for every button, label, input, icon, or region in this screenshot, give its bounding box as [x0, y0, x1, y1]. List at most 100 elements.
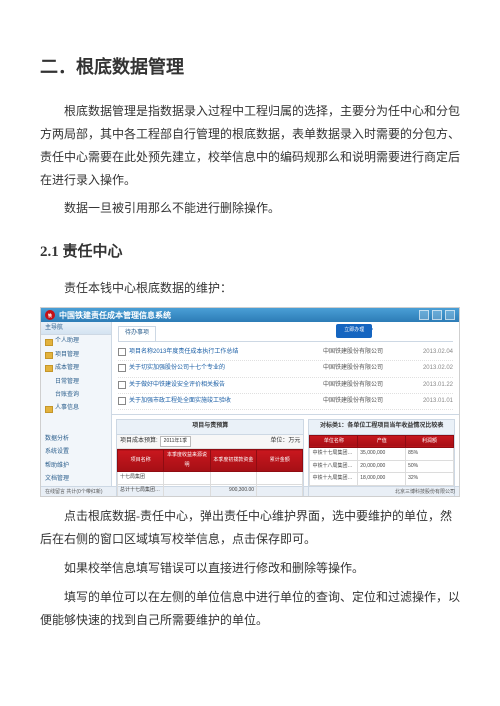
cell: 中铁十八局集团有限公司	[310, 460, 358, 473]
sidebar-item-label: 台账查询	[55, 390, 79, 401]
para-intro-1: 根底数据管理是指数据录入过程中工程归属的选择，主要分为任中心和分包方两局部，其中…	[40, 100, 460, 191]
budget-table: 项目名称 本季度收益来源说明 本季度初拨款资金 累计金额 十七局集团	[117, 449, 303, 497]
sidebar-item[interactable]: 帮助维护	[41, 460, 111, 473]
folder-icon	[45, 339, 53, 346]
list-item-company: 中国铁建股份有限公司	[323, 363, 413, 374]
sidebar-item[interactable]: 成本管理	[41, 362, 111, 375]
unit-label: 单位：万元	[270, 436, 300, 447]
folder-icon	[45, 365, 53, 372]
sidebar-item-label: 项目管理	[55, 350, 79, 361]
sidebar-item[interactable]: 人事信息	[41, 402, 111, 415]
cell: 85%	[406, 448, 454, 461]
header-comment-icon[interactable]	[432, 310, 442, 320]
cell	[210, 472, 256, 485]
list-item-title: 关于切实加强股份公司十七个专业的	[129, 363, 323, 374]
sidebar-sub-item[interactable]: 台账查询	[41, 389, 111, 402]
notice-list: 立即办理 待办事项 项目名称2013年度责任成本执行工作总结 中国铁建股份有限公…	[112, 322, 459, 415]
th: 单位名称	[310, 435, 358, 448]
sidebar-item[interactable]: 数据分析	[41, 433, 111, 446]
app-logo-icon: 铁	[45, 310, 55, 320]
list-item-company: 中国铁建股份有限公司	[323, 347, 413, 358]
list-item-date: 2013.02.04	[413, 347, 453, 358]
sidebar: 主导航 个人助理 项目管理 成本管理 日常管理 台账查询 人事信息 数据分析 系…	[41, 322, 112, 486]
heading-2: 2.1 责任中心	[40, 238, 460, 267]
table-row[interactable]: 中铁十九局集团有限公司 18,000,000 32%	[310, 473, 454, 486]
th: 项目名称	[118, 450, 164, 472]
checkbox[interactable]	[118, 381, 126, 389]
app-screenshot: 铁 中国铁建责任成本管理信息系统 主导航 个人助理 项目管理 成本管理 日常管理…	[40, 307, 460, 497]
cell: 18,000,000	[358, 473, 406, 486]
compare-panel-title: 对标类1：各单位工程项目当年收益情况比较表	[309, 420, 454, 434]
cell	[257, 484, 303, 497]
para-after-2: 如果校举信息填写错误可以直接进行修改和删除等操作。	[40, 557, 460, 580]
para-intro-2: 数据一旦被引用那么不能进行删除操作。	[40, 197, 460, 220]
project-select[interactable]: 2011年1季	[160, 436, 192, 448]
list-item[interactable]: 关于加强市政工程处全面实施竣工验收 中国铁建股份有限公司 2013.01.01	[118, 394, 453, 410]
cell: 十七局集团	[118, 472, 164, 485]
list-item-title: 关于加强市政工程处全面实施竣工验收	[129, 396, 323, 407]
app-header: 铁 中国铁建责任成本管理信息系统	[41, 308, 459, 322]
list-item-title: 关于做好中铁建设安全评价相关报告	[129, 380, 323, 391]
list-item-date: 2013.01.22	[413, 380, 453, 391]
cell: 中铁十九局集团有限公司	[310, 473, 358, 486]
compare-table: 单位名称 产值 利润额 中铁十七局集团有限公司 35,000,000 85% 中…	[309, 435, 454, 486]
th: 本季度初拨款资金	[210, 450, 256, 472]
folder-icon	[45, 406, 53, 413]
project-label: 项目成本预算:	[120, 436, 158, 447]
header-home-icon[interactable]	[419, 310, 429, 320]
project-select-bar: 项目成本预算: 2011年1季 单位：万元	[117, 435, 303, 450]
header-settings-icon[interactable]	[445, 310, 455, 320]
list-item-date: 2013.01.01	[413, 396, 453, 407]
sidebar-item-label: 个人助理	[55, 336, 79, 347]
tab-row: 待办事项	[118, 326, 453, 341]
list-item-company: 中国铁建股份有限公司	[323, 380, 413, 391]
checkbox[interactable]	[118, 397, 126, 405]
compare-panel: 对标类1：各单位工程项目当年收益情况比较表 单位名称 产值 利润额 中铁十七局集…	[308, 419, 455, 497]
cell	[164, 472, 210, 485]
table-row[interactable]: 总计十七局集团一工程项目有限公司 900,300.00	[118, 484, 303, 497]
list-item-date: 2013.02.02	[413, 363, 453, 374]
th: 利润额	[406, 435, 454, 448]
cell: 总计十七局集团一工程项目有限公司	[118, 484, 164, 497]
checkbox[interactable]	[118, 348, 126, 356]
budget-panel: 项目与责预算 项目成本预算: 2011年1季 单位：万元 项目名称 本季度收益来…	[116, 419, 304, 497]
table-row[interactable]: 中铁十七局集团有限公司 35,000,000 85%	[310, 448, 454, 461]
sidebar-item-label: 成本管理	[55, 363, 79, 374]
cell: 32%	[406, 473, 454, 486]
para-after-3: 填写的单位可以在左侧的单位信息中进行单位的查询、定位和过滤操作，以便能够快速的找…	[40, 586, 460, 632]
sidebar-item[interactable]: 项目管理	[41, 349, 111, 362]
list-item[interactable]: 关于切实加强股份公司十七个专业的 中国铁建股份有限公司 2013.02.02	[118, 361, 453, 377]
sidebar-item[interactable]: 个人助理	[41, 335, 111, 348]
heading-1: 二．根底数据管理	[40, 50, 460, 84]
cell: 中铁十七局集团有限公司	[310, 448, 358, 461]
th: 本季度收益来源说明	[164, 450, 210, 472]
cell	[257, 472, 303, 485]
sidebar-item[interactable]: 文档管理	[41, 473, 111, 486]
checkbox[interactable]	[118, 364, 126, 372]
list-item-title: 项目名称2013年度责任成本执行工作总结	[129, 347, 323, 358]
list-item[interactable]: 项目名称2013年度责任成本执行工作总结 中国铁建股份有限公司 2013.02.…	[118, 345, 453, 361]
action-now-button[interactable]: 立即办理	[336, 324, 372, 338]
tab-pending[interactable]: 待办事项	[118, 326, 156, 340]
app-title: 中国铁建责任成本管理信息系统	[59, 308, 171, 323]
sidebar-item-label: 人事信息	[55, 403, 79, 414]
para-sub-1: 责任本钱中心根底数据的维护：	[40, 277, 460, 300]
cell: 35,000,000	[358, 448, 406, 461]
main-content: 立即办理 待办事项 项目名称2013年度责任成本执行工作总结 中国铁建股份有限公…	[112, 322, 459, 486]
sidebar-item[interactable]: 系统设置	[41, 446, 111, 459]
cell: 20,000,000	[358, 460, 406, 473]
table-row[interactable]: 中铁十八局集团有限公司 20,000,000 50%	[310, 460, 454, 473]
cell: 50%	[406, 460, 454, 473]
para-after-1: 点击根底数据-责任中心，弹出责任中心维护界面，选中要维护的单位，然后在右侧的窗口…	[40, 505, 460, 551]
sidebar-sub-item[interactable]: 日常管理	[41, 376, 111, 389]
th: 累计金额	[257, 450, 303, 472]
footer-right: 北京三博科技股份有限公司	[395, 488, 455, 498]
list-item-company: 中国铁建股份有限公司	[323, 396, 413, 407]
th: 产值	[358, 435, 406, 448]
cell: 900,300.00	[210, 484, 256, 497]
footer-left: 在线留言 共计(0个带红新)	[45, 488, 103, 498]
table-row[interactable]: 十七局集团	[118, 472, 303, 485]
list-item[interactable]: 关于做好中铁建设安全评价相关报告 中国铁建股份有限公司 2013.01.22	[118, 378, 453, 394]
budget-panel-title: 项目与责预算	[117, 420, 303, 434]
cell	[164, 484, 210, 497]
